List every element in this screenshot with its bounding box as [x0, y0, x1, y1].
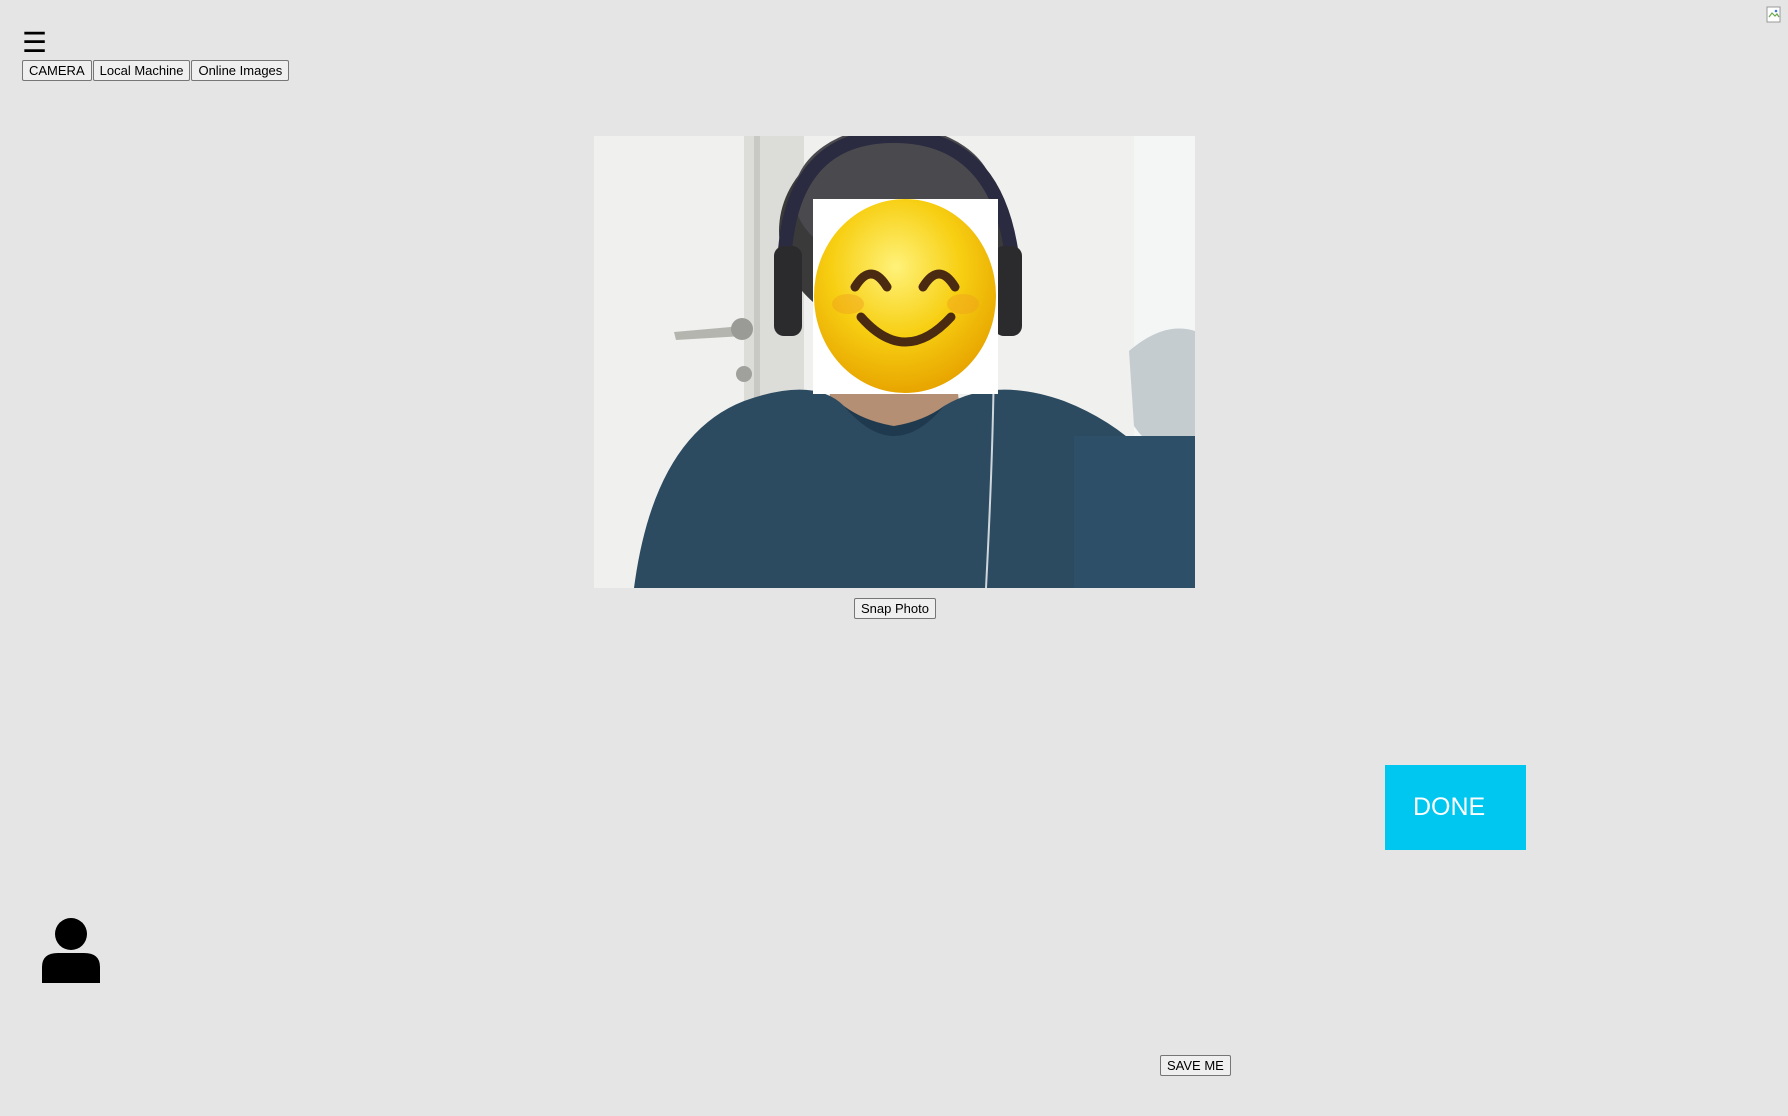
tab-camera[interactable]: CAMERA [22, 60, 92, 81]
hamburger-menu-icon[interactable]: ☰ [22, 28, 47, 58]
page: ☰ CAMERA Local Machine Online Images Sna… [0, 0, 1788, 1116]
user-icon[interactable] [42, 917, 100, 983]
source-tabs: CAMERA Local Machine Online Images [22, 60, 290, 81]
done-button[interactable]: DONE [1385, 765, 1526, 850]
snap-photo-button[interactable]: Snap Photo [854, 598, 936, 619]
smiling-face-emoji-icon [814, 199, 996, 393]
emoji-overlay [813, 199, 998, 394]
camera-preview [594, 136, 1195, 588]
tab-online-images[interactable]: Online Images [191, 60, 290, 81]
broken-image-icon [1766, 6, 1781, 23]
tab-local-machine[interactable]: Local Machine [92, 60, 191, 81]
save-me-button[interactable]: SAVE ME [1160, 1055, 1231, 1076]
